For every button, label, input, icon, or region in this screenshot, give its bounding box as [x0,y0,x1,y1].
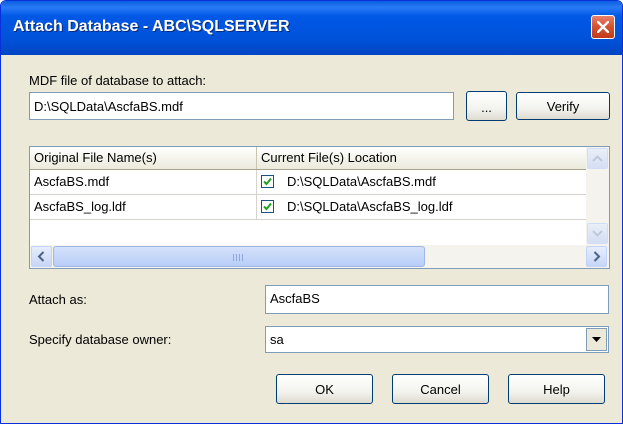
help-button[interactable]: Help [508,374,605,404]
horizontal-scrollbar[interactable] [30,245,609,268]
grip-line [233,254,234,261]
owner-label: Specify database owner: [29,332,172,347]
attach-database-dialog: Attach Database - ABC\SQLSERVER MDF file… [0,0,623,424]
current-file-location: D:\SQLData\AscfaBS_log.ldf [287,199,453,214]
vertical-scrollbar[interactable] [586,147,609,245]
scroll-left-button[interactable] [31,246,52,267]
owner-value: sa [270,332,284,347]
title-bar[interactable]: Attach Database - ABC\SQLSERVER [1,1,622,55]
scroll-right-button[interactable] [586,246,607,267]
browse-button[interactable]: ... [466,91,507,121]
chevron-up-icon [592,155,603,162]
scroll-thumb[interactable] [53,246,425,267]
original-file-name: AscfaBS_log.ldf [30,195,257,219]
grid-header: Original File Name(s) Current File(s) Lo… [30,147,586,170]
close-icon [597,21,609,33]
chevron-right-icon [593,251,601,262]
current-file-location: D:\SQLData\AscfaBS.mdf [287,174,436,189]
table-row[interactable]: AscfaBS_log.ldf D:\SQLData\AscfaBS_log.l… [30,195,586,220]
table-row[interactable]: AscfaBS.mdf D:\SQLData\AscfaBS.mdf [30,170,586,195]
chevron-down-icon [592,337,601,342]
scroll-down-button[interactable] [587,223,608,244]
column-header-original[interactable]: Original File Name(s) [30,147,257,169]
files-grid[interactable]: Original File Name(s) Current File(s) Lo… [29,146,610,269]
cancel-button[interactable]: Cancel [392,374,489,404]
dialog-title: Attach Database - ABC\SQLSERVER [13,18,290,35]
verify-button[interactable]: Verify [516,92,610,120]
grip-line [239,254,240,261]
mdf-file-label: MDF file of database to attach: [29,73,207,88]
grip-line [242,254,243,261]
ok-button[interactable]: OK [276,374,373,404]
attach-as-input[interactable]: AscfaBS [265,285,609,314]
chevron-down-icon [592,230,603,237]
grip-line [236,254,237,261]
column-header-location[interactable]: Current File(s) Location [257,147,586,169]
original-file-name: AscfaBS.mdf [30,170,257,194]
chevron-left-icon [37,251,45,262]
mdf-file-input[interactable]: D:\SQLData\AscfaBS.mdf [29,92,454,120]
close-button[interactable] [591,15,615,39]
owner-select[interactable]: sa [265,326,609,353]
attach-as-label: Attach as: [29,292,87,307]
owner-dropdown-button[interactable] [586,328,607,351]
scroll-up-button[interactable] [587,148,608,169]
